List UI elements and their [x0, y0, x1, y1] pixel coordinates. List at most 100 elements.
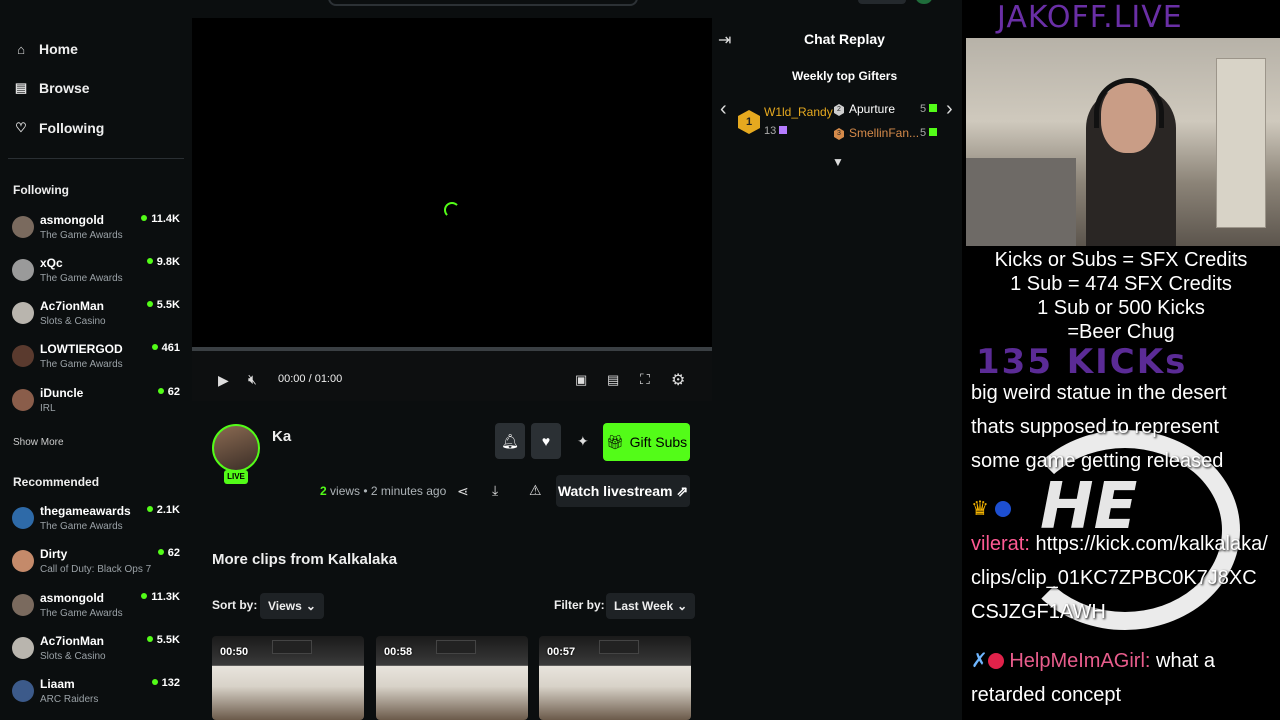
follow-button[interactable]: ♥ — [531, 423, 561, 459]
mute-icon[interactable]: 🔇︎ — [248, 371, 257, 388]
nav-home[interactable]: ⌂ Home — [13, 41, 78, 57]
show-more-link[interactable]: Show More — [13, 437, 64, 448]
gift-subs-label: Gift Subs — [629, 434, 688, 450]
recommended-heading: Recommended — [13, 475, 100, 489]
chat-username: HelpMeImAGirl: — [1009, 650, 1151, 672]
webcam-feed — [966, 38, 1280, 246]
top-gifter-count: 13 — [764, 125, 788, 137]
channel-category: Slots & Casino — [40, 651, 106, 662]
channel-name: Ac7ionMan — [40, 299, 105, 313]
time-display: 00:00 / 01:00 — [278, 373, 343, 385]
viewer-count: 5.5K — [147, 299, 180, 311]
avatar — [12, 550, 34, 572]
chat-username: vilerat: — [971, 533, 1030, 555]
viewer-count: 2.1K — [147, 504, 180, 516]
gift-icon — [929, 104, 938, 112]
collapse-chat-icon[interactable]: ⇥ — [718, 30, 731, 50]
login-button[interactable] — [858, 0, 906, 4]
notify-button[interactable]: 🔔︎ — [495, 423, 525, 459]
player-controls: ▶ 🔇︎ 00:00 / 01:00 ▣ ▤ ⛶ ⚙ — [192, 351, 712, 401]
search-bar[interactable] — [328, 0, 638, 6]
recommended-channel[interactable]: Liaam ARC Raiders 132 — [12, 677, 182, 717]
thumbnail-banner — [436, 640, 476, 654]
heart-icon: ♡ — [15, 120, 27, 135]
theater-mode-icon[interactable]: ▤ — [607, 372, 619, 388]
miniplayer-icon[interactable]: ▣ — [575, 372, 587, 388]
overlay-chat-message: ✗ HelpMeImAGirl: what a retarded concept — [971, 644, 1271, 712]
badge-icon — [994, 501, 1011, 517]
filter-icon[interactable]: ▼ — [832, 155, 844, 169]
channel-name: LOWTIERGOD — [40, 342, 123, 356]
viewer-count: 9.8K — [147, 256, 180, 268]
top-gifter-name[interactable]: W1ld_Randy — [764, 105, 833, 119]
gifter-count: 5 — [920, 103, 938, 115]
fullscreen-icon[interactable]: ⛶ — [640, 371, 650, 388]
sort-dropdown[interactable]: Views ⌄ — [260, 593, 324, 619]
live-badge: LIVE — [224, 470, 248, 484]
following-channel[interactable]: LOWTIERGOD The Game Awards 461 — [12, 342, 182, 382]
avatar — [212, 424, 260, 472]
gift-count: 13 — [764, 125, 777, 137]
room-bed — [966, 158, 1076, 246]
following-heading: Following — [13, 183, 69, 197]
following-channel[interactable]: Ac7ionMan Slots & Casino 5.5K — [12, 299, 182, 339]
clip-thumbnail[interactable]: 00:58 — [376, 636, 528, 720]
report-icon[interactable]: ⚠ — [529, 482, 542, 499]
gifters-title: Weekly top Gifters — [792, 69, 898, 83]
channel-name: iDuncle — [40, 386, 84, 400]
gifter-name[interactable]: SmellinFan... — [849, 126, 919, 140]
overlay-line: 1 Sub = 474 SFX Credits — [1010, 273, 1232, 295]
external-link-icon: ⇗ — [676, 482, 689, 499]
avatar — [12, 345, 34, 367]
views-count: 2 — [320, 484, 327, 498]
avatar — [12, 637, 34, 659]
channel-category: The Game Awards — [40, 230, 123, 241]
chevron-right-icon[interactable]: › — [946, 98, 953, 121]
clip-thumbnail[interactable]: 00:57 — [539, 636, 691, 720]
share-icon[interactable]: ⋖ — [457, 483, 469, 500]
streamer-avatar[interactable]: LIVE — [212, 424, 260, 484]
gift-icon: 🎁︎ — [605, 433, 624, 450]
gifter-name[interactable]: Apurture — [849, 102, 895, 116]
gifter-count: 5 — [920, 127, 938, 139]
recommended-channel[interactable]: asmongold The Game Awards 11.3K — [12, 591, 182, 631]
watch-livestream-button[interactable]: Watch livestream ⇗ — [556, 475, 690, 507]
following-channel[interactable]: iDuncle IRL 62 — [12, 386, 182, 426]
viewer-count: 5.5K — [147, 634, 180, 646]
avatar — [12, 507, 34, 529]
loading-spinner — [444, 202, 460, 218]
sword-icon: ✗ — [971, 650, 988, 672]
following-channel[interactable]: xQc The Game Awards 9.8K — [12, 256, 182, 296]
clip-title: Ka — [272, 428, 292, 445]
sidebar: ⌂ Home ▤ Browse ♡ Following Following as… — [0, 0, 192, 720]
views-text: views • 2 minutes ago — [326, 484, 447, 498]
badge-icon — [987, 653, 1004, 669]
headphones-icon — [1094, 78, 1164, 128]
channel-name: Ac7ionMan — [40, 634, 105, 648]
chevron-down-icon: ⌄ — [305, 599, 316, 613]
gift-icon — [779, 126, 788, 134]
filter-dropdown[interactable]: Last Week ⌄ — [606, 593, 696, 619]
user-avatar[interactable] — [916, 0, 932, 4]
nav-browse-label: Browse — [39, 80, 90, 96]
sparkle-icon[interactable]: ✦ — [577, 433, 589, 450]
overlay-line: Kicks or Subs = SFX Credits — [994, 249, 1248, 271]
download-icon[interactable]: ⤓ — [492, 482, 498, 499]
recommended-channel[interactable]: thegameawards The Game Awards 2.1K — [12, 504, 182, 544]
chevron-left-icon[interactable]: ‹ — [720, 98, 727, 121]
clip-thumbnail[interactable]: 00:50 — [212, 636, 364, 720]
sort-label: Sort by: — [212, 598, 258, 612]
channel-name: thegameawards — [40, 504, 131, 518]
viewer-count: 461 — [152, 342, 180, 354]
recommended-channel[interactable]: Dirty Call of Duty: Black Ops 7 62 — [12, 547, 182, 587]
nav-following[interactable]: ♡ Following — [13, 120, 104, 136]
following-channel[interactable]: asmongold The Game Awards 11.4K — [12, 213, 182, 253]
gift-subs-button[interactable]: 🎁︎ Gift Subs — [603, 423, 690, 461]
settings-icon[interactable]: ⚙ — [671, 370, 685, 390]
sidebar-divider — [8, 158, 184, 159]
recommended-channel[interactable]: Ac7ionMan Slots & Casino 5.5K — [12, 634, 182, 674]
avatar — [12, 680, 34, 702]
nav-browse[interactable]: ▤ Browse — [13, 80, 90, 96]
clip-meta: 2 views • 2 minutes ago — [320, 484, 446, 498]
play-icon[interactable]: ▶ — [218, 372, 229, 389]
